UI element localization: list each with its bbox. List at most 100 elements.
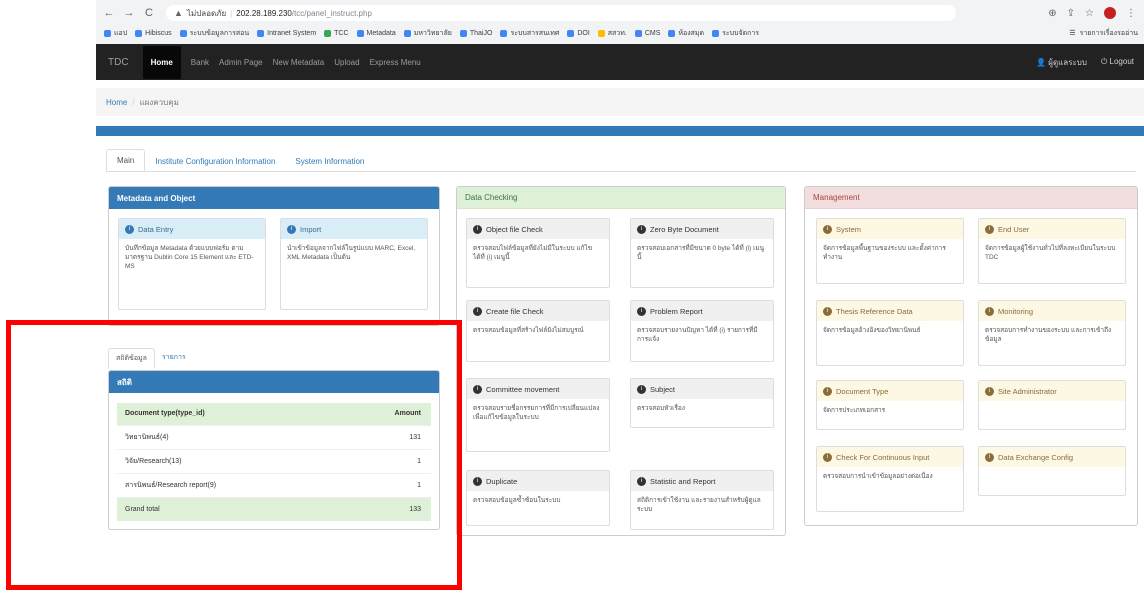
thesis-reference-card[interactable]: i Thesis Reference Data จัดการข้อมูลอ้างอ… <box>816 300 964 366</box>
card-header: i Problem Report <box>631 301 773 321</box>
zero-byte-card[interactable]: i Zero Byte Document ตรวจสอบเอกสารที่มีขน… <box>630 218 774 288</box>
end-user-card[interactable]: i End User จัดการข้อมูลผู้ใช้งานทั่วไปที่… <box>978 218 1126 284</box>
warning-icon[interactable]: ▲ <box>174 8 183 18</box>
share-icon[interactable]: ⇪ <box>1067 8 1075 19</box>
bookmark-favicon <box>356 29 364 37</box>
object-file-check-card[interactable]: i Object file Check ตรวจสอบไฟล์ข้อมูลที่ย… <box>466 218 610 288</box>
user-menu[interactable]: 👤 ผู้ดูแลระบบ <box>1036 56 1087 69</box>
bookmark-item[interactable]: Metadata <box>356 29 396 37</box>
import-card[interactable]: i Import นำเข้าข้อมูลจากไฟล์ในรูปแบบ MARC… <box>280 218 428 310</box>
reload-icon[interactable]: C <box>142 6 156 20</box>
document-type-card[interactable]: i Document Type จัดการประเภทเอกสาร <box>816 380 964 430</box>
bookmark-label: แอป <box>114 29 128 37</box>
bookmark-item[interactable]: ระบบข้อมูลการสอน <box>179 28 250 39</box>
card-header: i Subject <box>631 379 773 399</box>
card-title: Object file Check <box>486 224 543 234</box>
card-title: Monitoring <box>998 306 1034 316</box>
reading-list[interactable]: ☰ รายการเรื่องรออ่าน <box>1069 28 1138 39</box>
committee-movement-card[interactable]: i Committee movement ตรวจสอบรายชื่อกรรมกา… <box>466 378 610 452</box>
info-icon: i <box>473 476 482 486</box>
tab-system-info[interactable]: System Information <box>285 151 374 172</box>
forward-icon[interactable]: → <box>122 6 136 20</box>
create-file-check-card[interactable]: i Create file Check ตรวจสอบข้อมูลที่สร้าง… <box>466 300 610 362</box>
site-administrator-card[interactable]: i Site Administrator <box>978 380 1126 430</box>
tab-institute-config[interactable]: Institute Configuration Information <box>145 151 285 172</box>
bookmark-item[interactable]: Hibiscus <box>135 29 172 37</box>
star-icon[interactable]: ☆ <box>1085 8 1094 19</box>
zoom-icon[interactable]: ⊕ <box>1048 8 1056 19</box>
highlight-annotation <box>6 320 462 590</box>
bookmark-item[interactable]: ระบบสารสนเทศ <box>500 28 559 39</box>
continuous-input-card[interactable]: i Check For Continuous Input ตรวจสอบการนำ… <box>816 446 964 512</box>
breadcrumb: Home / แผงควบคุม <box>96 88 1144 116</box>
bookmark-item[interactable]: ระบบจัดการ <box>712 28 759 39</box>
system-card[interactable]: i System จัดการข้อมูลพื้นฐานของระบบ และตั… <box>816 218 964 284</box>
data-entry-card[interactable]: i Data Entry บันทึกข้อมูล Metadata ด้วยแบ… <box>118 218 266 310</box>
bookmark-item[interactable]: สสวท. <box>597 28 627 39</box>
info-icon: i <box>823 306 832 316</box>
brand-logo[interactable]: TDC <box>108 57 129 68</box>
bookmark-label: ระบบข้อมูลการสอน <box>189 29 250 37</box>
info-icon: i <box>637 384 646 394</box>
card-title: Data Exchange Config <box>998 452 1074 462</box>
apps-icon <box>104 29 111 37</box>
card-title: System <box>836 224 862 234</box>
tabs-divider <box>106 171 1136 172</box>
nav-upload[interactable]: Upload <box>334 58 359 67</box>
bookmark-item[interactable]: มหาวิทยาลัย <box>403 28 452 39</box>
bookmark-item[interactable]: แอป <box>104 28 127 39</box>
tab-main[interactable]: Main <box>106 149 146 172</box>
nav-bank[interactable]: Bank <box>191 58 209 67</box>
card-title: Committee movement <box>486 384 560 394</box>
card-header: i System <box>817 219 963 239</box>
card-header: i Committee movement <box>467 379 609 399</box>
info-icon: i <box>985 386 994 396</box>
nav-home[interactable]: Home <box>142 45 181 79</box>
nav-express-menu[interactable]: Express Menu <box>370 58 421 67</box>
profile-avatar[interactable] <box>1104 7 1116 19</box>
bookmark-label: ระบบจัดการ <box>722 29 760 37</box>
bookmark-item[interactable]: TCC <box>324 29 349 37</box>
subject-card[interactable]: i Subject ตรวจสอบหัวเรื่อง <box>630 378 774 428</box>
card-description: บันทึกข้อมูล Metadata ด้วยแบบฟอร์ม ตามมา… <box>125 245 254 270</box>
menu-icon[interactable]: ⋮ <box>1126 8 1136 19</box>
bookmarks-bar: แอป Hibiscus ระบบข้อมูลการสอน Intranet S… <box>96 24 1144 42</box>
bookmark-favicon <box>668 29 676 37</box>
info-icon: i <box>287 224 296 234</box>
bookmark-item[interactable]: ThaiJO <box>459 29 493 37</box>
card-description: ตรวจสอบเอกสารที่มีขนาด 0 byte ได้ที่ (i)… <box>637 245 765 261</box>
user-icon: 👤 <box>1036 57 1049 67</box>
card-title: Create file Check <box>486 306 544 316</box>
bookmark-label: สสวท. <box>607 29 627 37</box>
card-description: ตรวจสอบรายชื่อกรรมการที่มีการเปลี่ยนแปลง… <box>473 405 600 421</box>
panel-title: Metadata and Object <box>109 187 439 209</box>
bookmark-item[interactable]: CMS <box>634 29 661 37</box>
card-description: จัดการข้อมูลอ้างอิงของวิทยานิพนธ์ <box>823 327 921 334</box>
card-header: i Duplicate <box>467 471 609 491</box>
data-exchange-card[interactable]: i Data Exchange Config <box>978 446 1126 496</box>
card-title: Check For Continuous Input <box>836 452 930 462</box>
bookmark-label: ThaiJO <box>469 29 493 37</box>
address-bar[interactable]: ▲ ไม่ปลอดภัย | 202.28.189.230 /tcc/panel… <box>166 5 956 21</box>
card-header: i Data Entry <box>119 219 265 239</box>
bookmark-item[interactable]: DOI <box>567 29 590 37</box>
nav-new-metadata[interactable]: New Metadata <box>273 58 325 67</box>
monitoring-card[interactable]: i Monitoring ตรวจสอบการทำงานของระบบ และกา… <box>978 300 1126 366</box>
nav-admin-page[interactable]: Admin Page <box>219 58 263 67</box>
back-icon[interactable]: ← <box>102 6 116 20</box>
bookmark-label: มหาวิทยาลัย <box>413 29 452 37</box>
bookmark-item[interactable]: Intranet System <box>257 29 316 37</box>
card-header: i Site Administrator <box>979 381 1125 401</box>
card-description: ตรวจสอบข้อมูลซ้ำซ้อนในระบบ <box>473 497 561 504</box>
logout-link[interactable]: ⏻ Logout <box>1101 57 1134 67</box>
bookmark-favicon <box>403 29 411 37</box>
browser-actions: ⊕ ⇪ ☆ ⋮ <box>1048 7 1136 19</box>
statistic-report-card[interactable]: i Statistic and Report สถิติการเข้าใช้งาน… <box>630 470 774 530</box>
bookmark-label: CMS <box>644 29 661 37</box>
duplicate-card[interactable]: i Duplicate ตรวจสอบข้อมูลซ้ำซ้อนในระบบ <box>466 470 610 526</box>
card-title: Import <box>300 224 322 234</box>
bookmark-item[interactable]: ห้องสมุด <box>668 28 704 39</box>
breadcrumb-home[interactable]: Home <box>106 98 127 107</box>
problem-report-card[interactable]: i Problem Report ตรวจสอบรายงานปัญหา ได้ที… <box>630 300 774 362</box>
bookmark-label: Metadata <box>366 29 396 37</box>
